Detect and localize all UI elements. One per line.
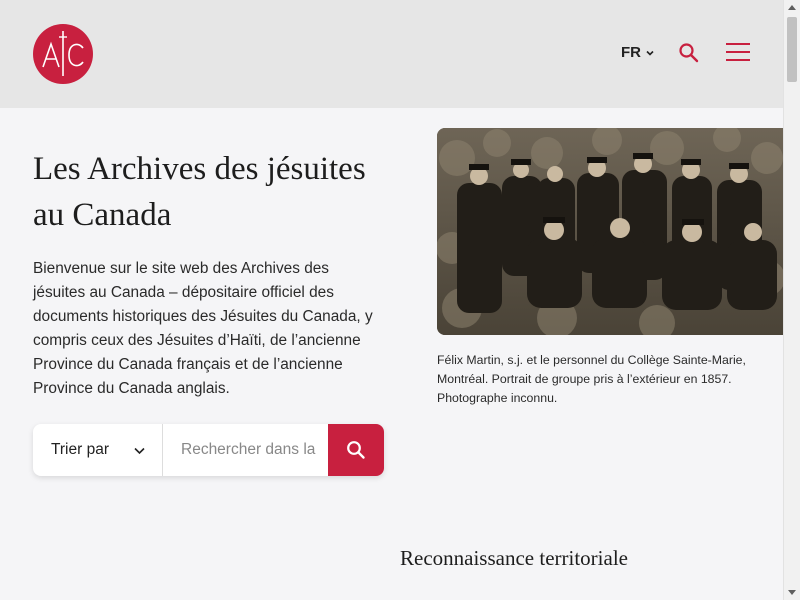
section-heading: Reconnaissance territoriale (400, 546, 628, 570)
sort-dropdown[interactable]: Trier par (33, 424, 163, 476)
photo-caption: Félix Martin, s.j. et le personnel du Co… (437, 353, 746, 405)
scroll-down-arrow-icon[interactable] (788, 590, 796, 595)
hamburger-menu-icon[interactable] (726, 42, 750, 62)
search-icon (679, 43, 699, 63)
language-switcher[interactable]: FR (621, 44, 655, 61)
archive-search-input[interactable] (163, 424, 328, 476)
group-photo-illustration (437, 128, 783, 335)
scrollbar-thumb[interactable] (787, 17, 797, 82)
archive-search-bar: Trier par (33, 424, 384, 476)
ajc-logo[interactable] (33, 24, 93, 84)
menu-bar-top (726, 43, 750, 45)
search-submit-button[interactable] (328, 424, 384, 476)
language-label: FR (621, 44, 641, 61)
header-search-button[interactable] (678, 42, 700, 64)
scroll-up-arrow-icon[interactable] (788, 5, 796, 10)
site-header: FR (0, 0, 783, 108)
page-title: Les Archives des jésuites au Canada (33, 151, 366, 233)
chevron-down-icon (646, 50, 654, 56)
intro-paragraph: Bienvenue sur le site web des Archives d… (33, 260, 373, 397)
menu-bar-middle (726, 51, 750, 53)
historical-group-photo (437, 128, 783, 335)
page-scrollbar[interactable] (783, 0, 800, 600)
sort-label: Trier par (51, 441, 109, 458)
menu-bar-bottom (726, 59, 750, 61)
ajc-logo-mark (42, 31, 84, 76)
chevron-down-icon (134, 447, 145, 454)
search-icon (347, 441, 365, 459)
